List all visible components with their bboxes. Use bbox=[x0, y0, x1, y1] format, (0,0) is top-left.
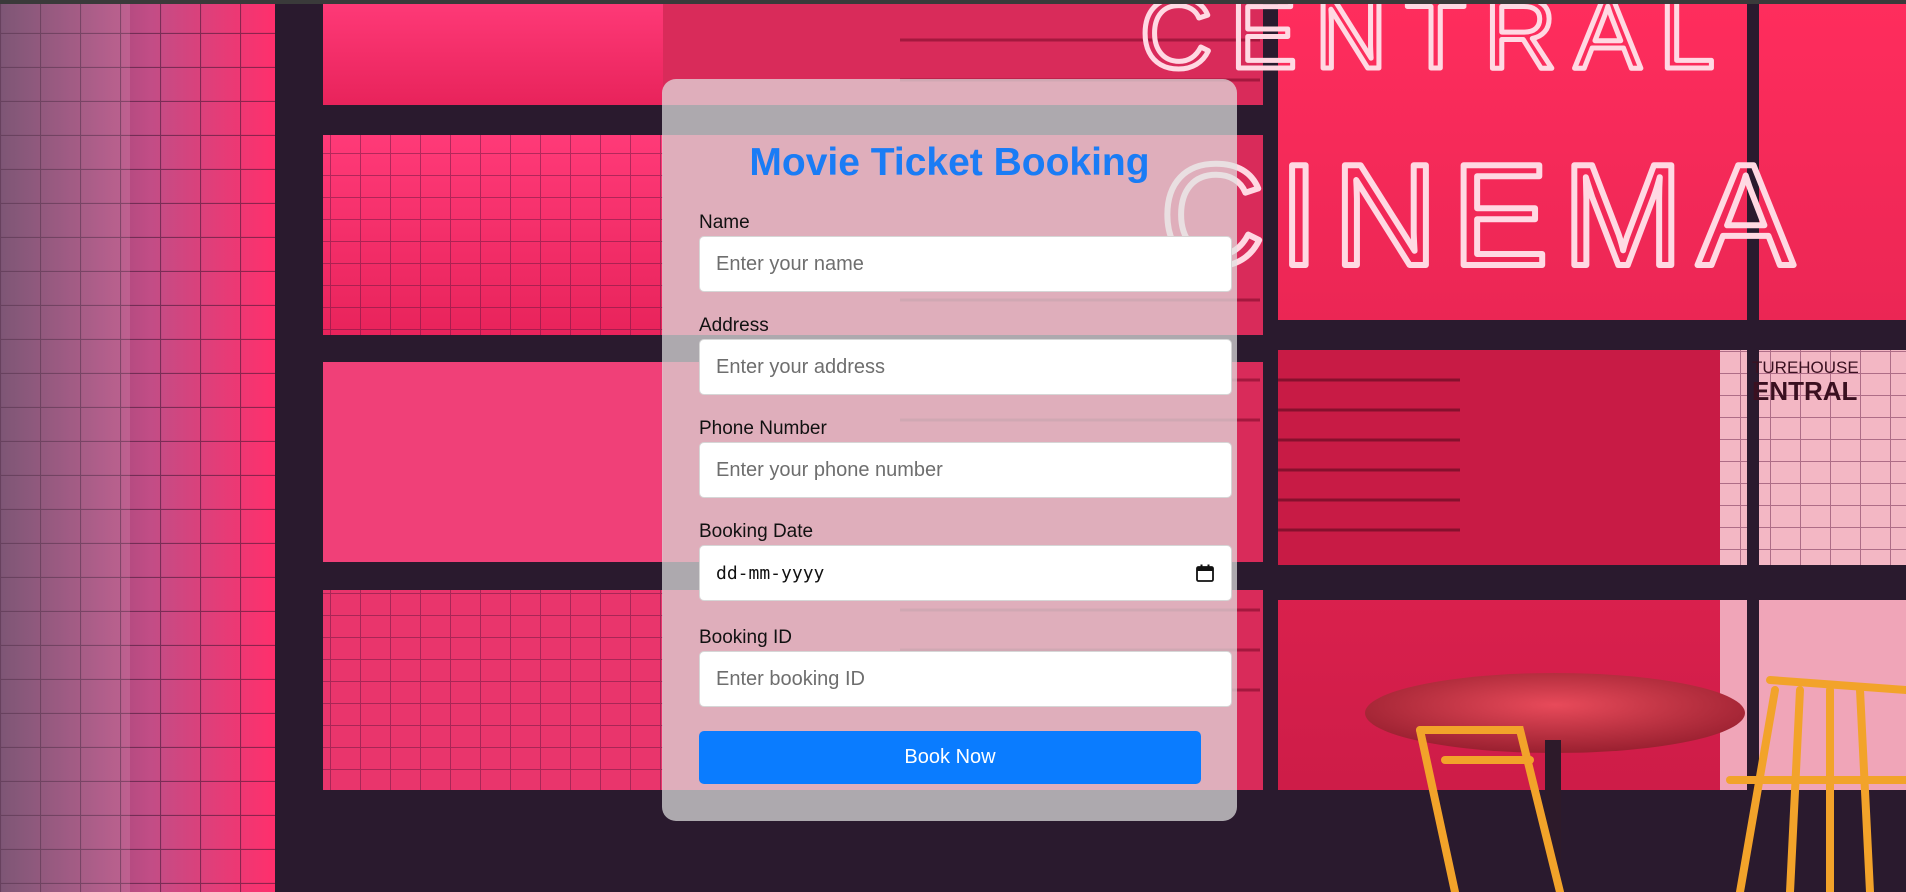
booking-date-label: Booking Date bbox=[699, 521, 814, 542]
phone-label: Phone Number bbox=[699, 418, 827, 439]
address-label: Address bbox=[699, 315, 769, 336]
neon-sign-top: CENTRAL bbox=[1140, 0, 1733, 90]
neon-sign-main: CINEMA bbox=[1160, 134, 1808, 296]
browser-top-edge bbox=[0, 0, 1906, 4]
side-sign-line-1: TUREHOUSE bbox=[1752, 358, 1859, 377]
form-title: Movie Ticket Booking bbox=[749, 141, 1150, 184]
booking-id-input[interactable] bbox=[699, 651, 1232, 707]
booking-form-card: Movie Ticket Booking Name Address Phone … bbox=[662, 79, 1237, 821]
phone-input[interactable] bbox=[699, 442, 1232, 498]
book-now-button[interactable]: Book Now bbox=[699, 731, 1201, 784]
name-input[interactable] bbox=[699, 236, 1232, 292]
neon-sign: CENTRAL CINEMA bbox=[1138, 0, 1808, 299]
side-sign-line-2: ENTRAL bbox=[1752, 376, 1858, 406]
calendar-icon[interactable] bbox=[1195, 563, 1215, 583]
date-format-text: dd-mm-yyyy bbox=[716, 562, 825, 584]
address-input[interactable] bbox=[699, 339, 1232, 395]
page-background: CENTRAL CINEMA TUREHOUSE ENTRAL Movie Ti… bbox=[0, 0, 1906, 892]
booking-id-label: Booking ID bbox=[699, 627, 792, 648]
name-label: Name bbox=[699, 212, 750, 233]
booking-date-input[interactable]: dd-mm-yyyy bbox=[699, 545, 1232, 601]
